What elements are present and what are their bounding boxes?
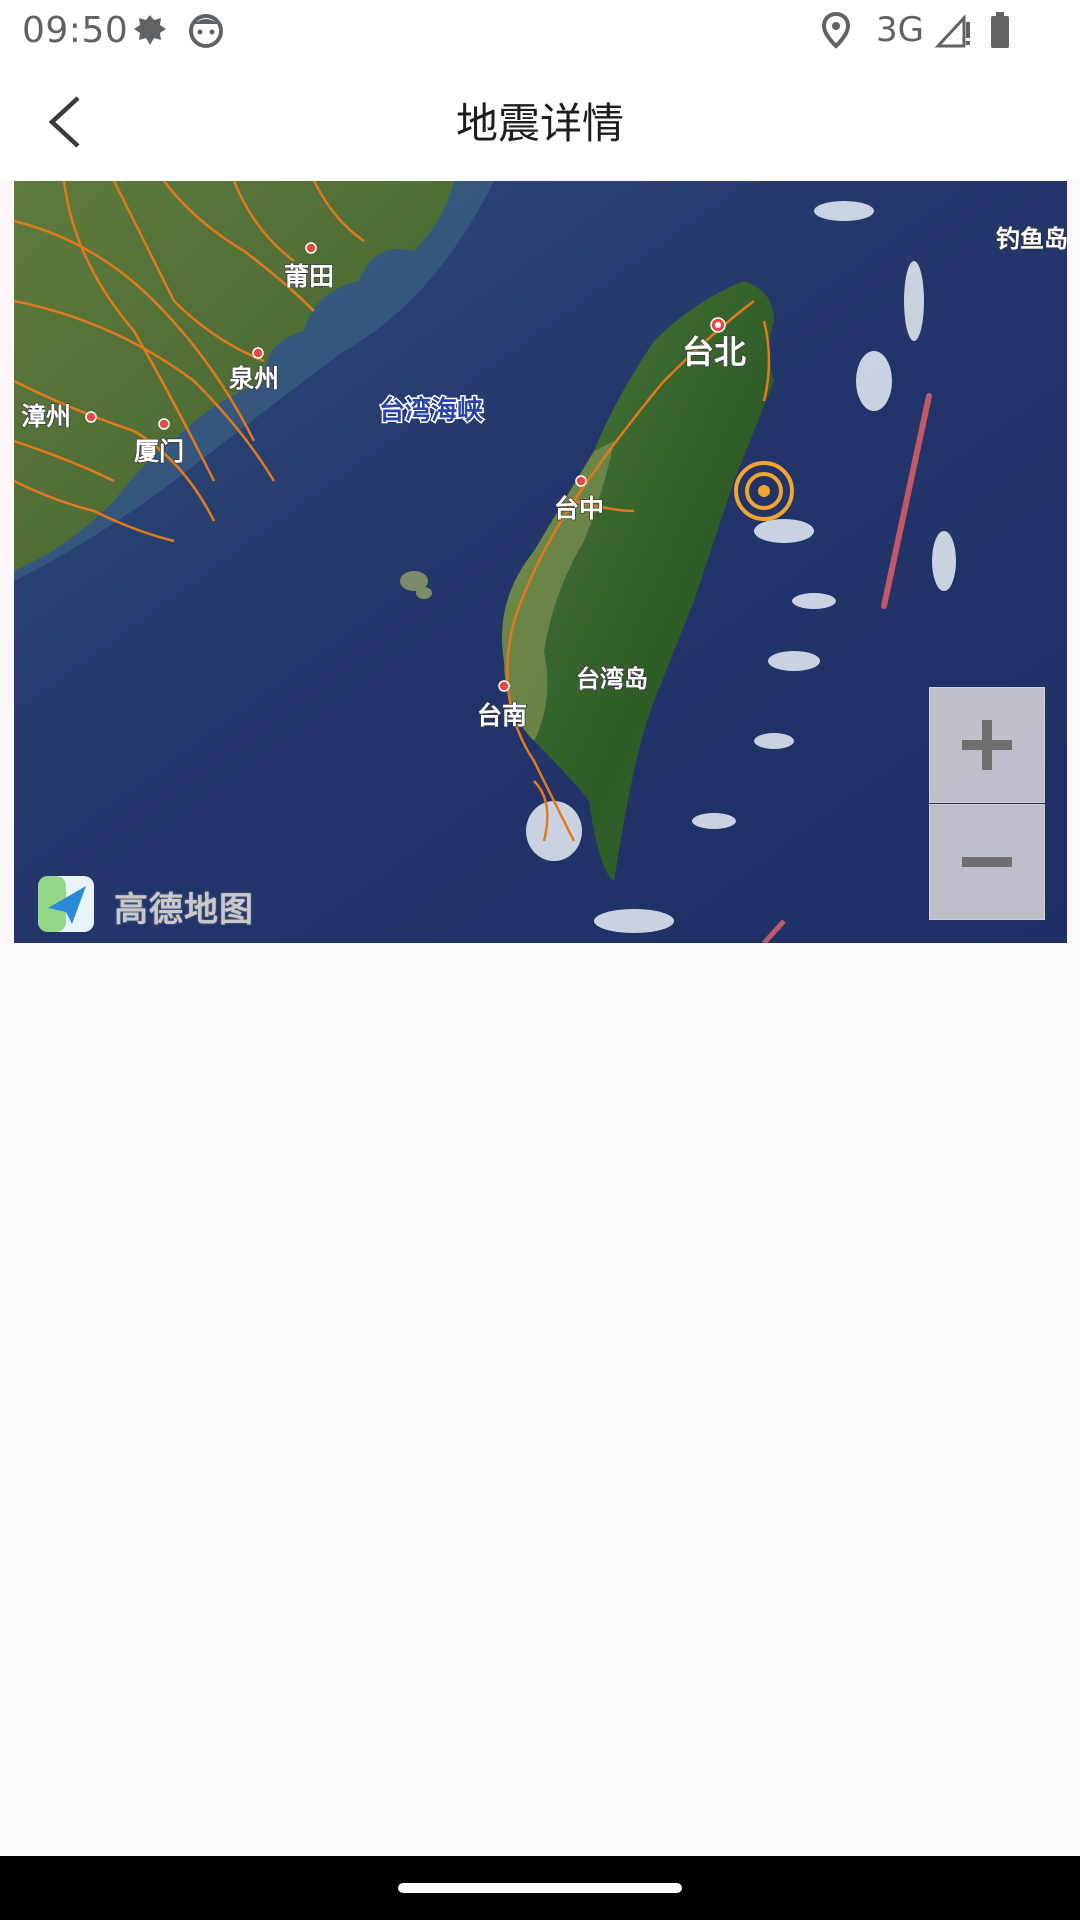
system-navigation-bar	[0, 1856, 1080, 1920]
map-logo: 高德地图	[36, 874, 256, 938]
page-title: 地震详情	[455, 99, 624, 148]
zoom-out-button[interactable]	[929, 804, 1045, 920]
gear-notification-icon	[130, 10, 170, 50]
signal-icon	[934, 10, 974, 50]
network-type: 3G	[876, 10, 924, 50]
label-diaoyu: 钓鱼岛	[996, 225, 1067, 253]
status-time: 09:50	[22, 10, 129, 51]
label-xiamen: 厦门	[134, 437, 184, 466]
label-island: 台湾岛	[576, 665, 648, 693]
earthquake-map[interactable]: 莆田 泉州 漳州 厦门 台湾海峡 台北 台中 台南 台湾岛 钓鱼岛 高德地图	[14, 181, 1067, 943]
plus-icon	[962, 720, 1012, 770]
label-putian: 莆田	[284, 262, 334, 291]
label-taichung: 台中	[554, 494, 604, 523]
label-quanzhou: 泉州	[229, 364, 279, 393]
map-logo-icon	[38, 876, 94, 932]
zoom-in-button[interactable]	[929, 687, 1045, 803]
app-bar: 地震详情	[0, 64, 1080, 180]
satellite-map-layer: 莆田 泉州 漳州 厦门 台湾海峡 台北 台中 台南 台湾岛 钓鱼岛	[14, 181, 1067, 943]
status-bar: 09:50 3G	[0, 0, 1080, 64]
home-gesture-handle[interactable]	[398, 1883, 682, 1893]
label-taipei: 台北	[682, 333, 746, 371]
location-icon	[816, 10, 856, 50]
battery-icon	[980, 10, 1020, 50]
map-logo-text: 高德地图	[114, 890, 254, 930]
cat-face-icon	[186, 10, 226, 50]
label-strait: 台湾海峡	[379, 395, 484, 426]
label-zhangzhou: 漳州	[21, 402, 71, 431]
minus-icon	[962, 857, 1012, 867]
label-tainan: 台南	[477, 701, 527, 730]
